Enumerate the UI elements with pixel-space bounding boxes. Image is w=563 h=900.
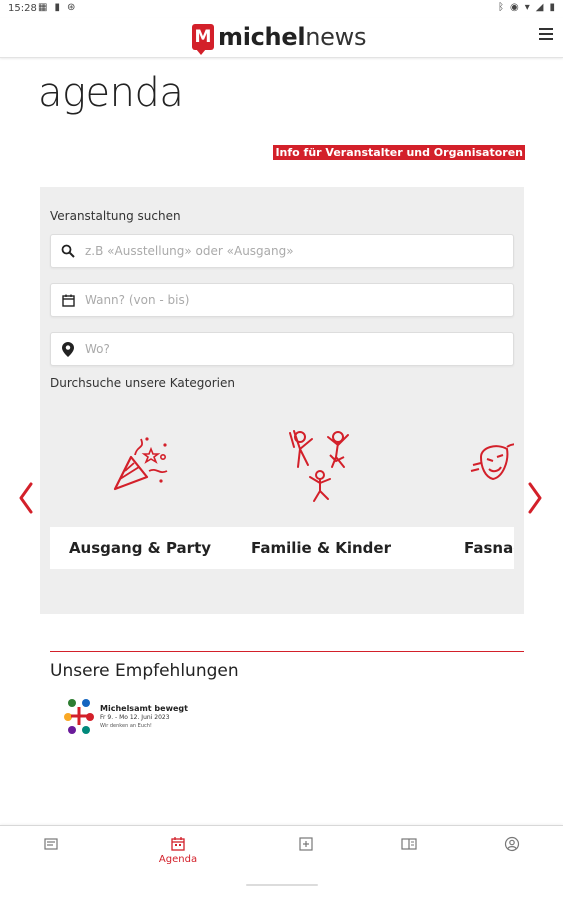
nav-add[interactable]	[276, 836, 336, 852]
calendar-notification-icon: ▦	[38, 2, 48, 13]
carousel-next-arrow-icon[interactable]	[525, 480, 545, 516]
user-icon	[504, 836, 520, 852]
bluetooth-icon: ᛒ	[498, 2, 505, 13]
page-title: agenda	[38, 70, 184, 116]
battery-icon: ▮	[54, 2, 60, 13]
eye-comfort-icon: ◉	[510, 2, 519, 13]
location-field[interactable]	[50, 332, 514, 366]
category-carousel[interactable]: Ausgang & Party Familie & Kinder Fasna	[50, 417, 514, 569]
wifi-icon: ▾	[524, 2, 530, 13]
search-label: Veranstaltung suchen	[50, 209, 181, 223]
location-input[interactable]	[85, 342, 513, 356]
michelnews-logo[interactable]: M michelnews	[192, 23, 367, 55]
category-name: Ausgang & Party	[68, 539, 212, 557]
home-indicator	[246, 884, 318, 886]
signal-icon: ◢	[535, 2, 544, 13]
carousel-prev-arrow-icon[interactable]	[16, 480, 36, 516]
nav-agenda-label: Agenda	[158, 854, 198, 865]
logo-text-bold: michel	[218, 23, 306, 51]
date-range-field[interactable]	[50, 283, 514, 317]
section-divider	[50, 651, 524, 652]
event-search-input[interactable]	[85, 244, 513, 258]
location-pin-icon	[51, 341, 85, 357]
nav-agenda[interactable]: Agenda	[148, 836, 208, 865]
status-bar: 15:28 ▦ ▮ ⊛ ᛒ ◉ ▾ ◢ ▮	[0, 0, 563, 18]
date-range-input[interactable]	[85, 293, 513, 307]
recommendation-tagline: Wir denken an Euch!	[100, 723, 152, 729]
event-search-field[interactable]	[50, 234, 514, 268]
recommendation-card-michelsamt[interactable]: Michelsamt bewegt Fr 9. - Mo 12. Juni 20…	[62, 695, 212, 737]
search-icon	[51, 244, 85, 258]
plus-square-icon	[299, 837, 313, 851]
search-panel: Veranstaltung suchen Durchsuche unsere K…	[40, 187, 524, 614]
status-time: 15:28	[8, 3, 37, 14]
nav-profile[interactable]	[482, 836, 542, 852]
nav-news[interactable]	[21, 836, 81, 852]
michelsamt-logo-icon	[64, 699, 94, 734]
epaper-icon	[401, 838, 417, 850]
calendar-icon	[51, 294, 85, 307]
recommendations-title: Unsere Empfehlungen	[50, 661, 239, 681]
family-icon	[289, 430, 349, 502]
hamburger-menu-icon[interactable]	[539, 28, 553, 40]
bottom-navigation: Agenda	[0, 825, 563, 900]
sync-icon: ⊛	[66, 2, 76, 13]
category-name: Fasnacht	[464, 539, 514, 557]
recommendation-date: Fr 9. - Mo 12. Juni 2023	[100, 714, 170, 721]
party-popper-icon	[113, 437, 168, 491]
app-header: M michelnews	[0, 18, 563, 58]
organizer-info-link[interactable]: Info für Veranstalter und Organisatoren	[273, 145, 525, 160]
logo-mark-icon: M	[192, 24, 214, 55]
logo-text-light: news	[305, 23, 367, 51]
news-icon	[44, 838, 58, 850]
battery-icon: ▮	[549, 2, 555, 13]
nav-epaper[interactable]	[379, 836, 439, 852]
category-name: Familie & Kinder	[251, 539, 391, 557]
recommendation-name: Michelsamt bewegt	[100, 704, 188, 713]
calendar-icon	[171, 837, 185, 851]
carnival-mask-icon	[470, 443, 514, 481]
categories-label: Durchsuche unsere Kategorien	[50, 376, 236, 390]
